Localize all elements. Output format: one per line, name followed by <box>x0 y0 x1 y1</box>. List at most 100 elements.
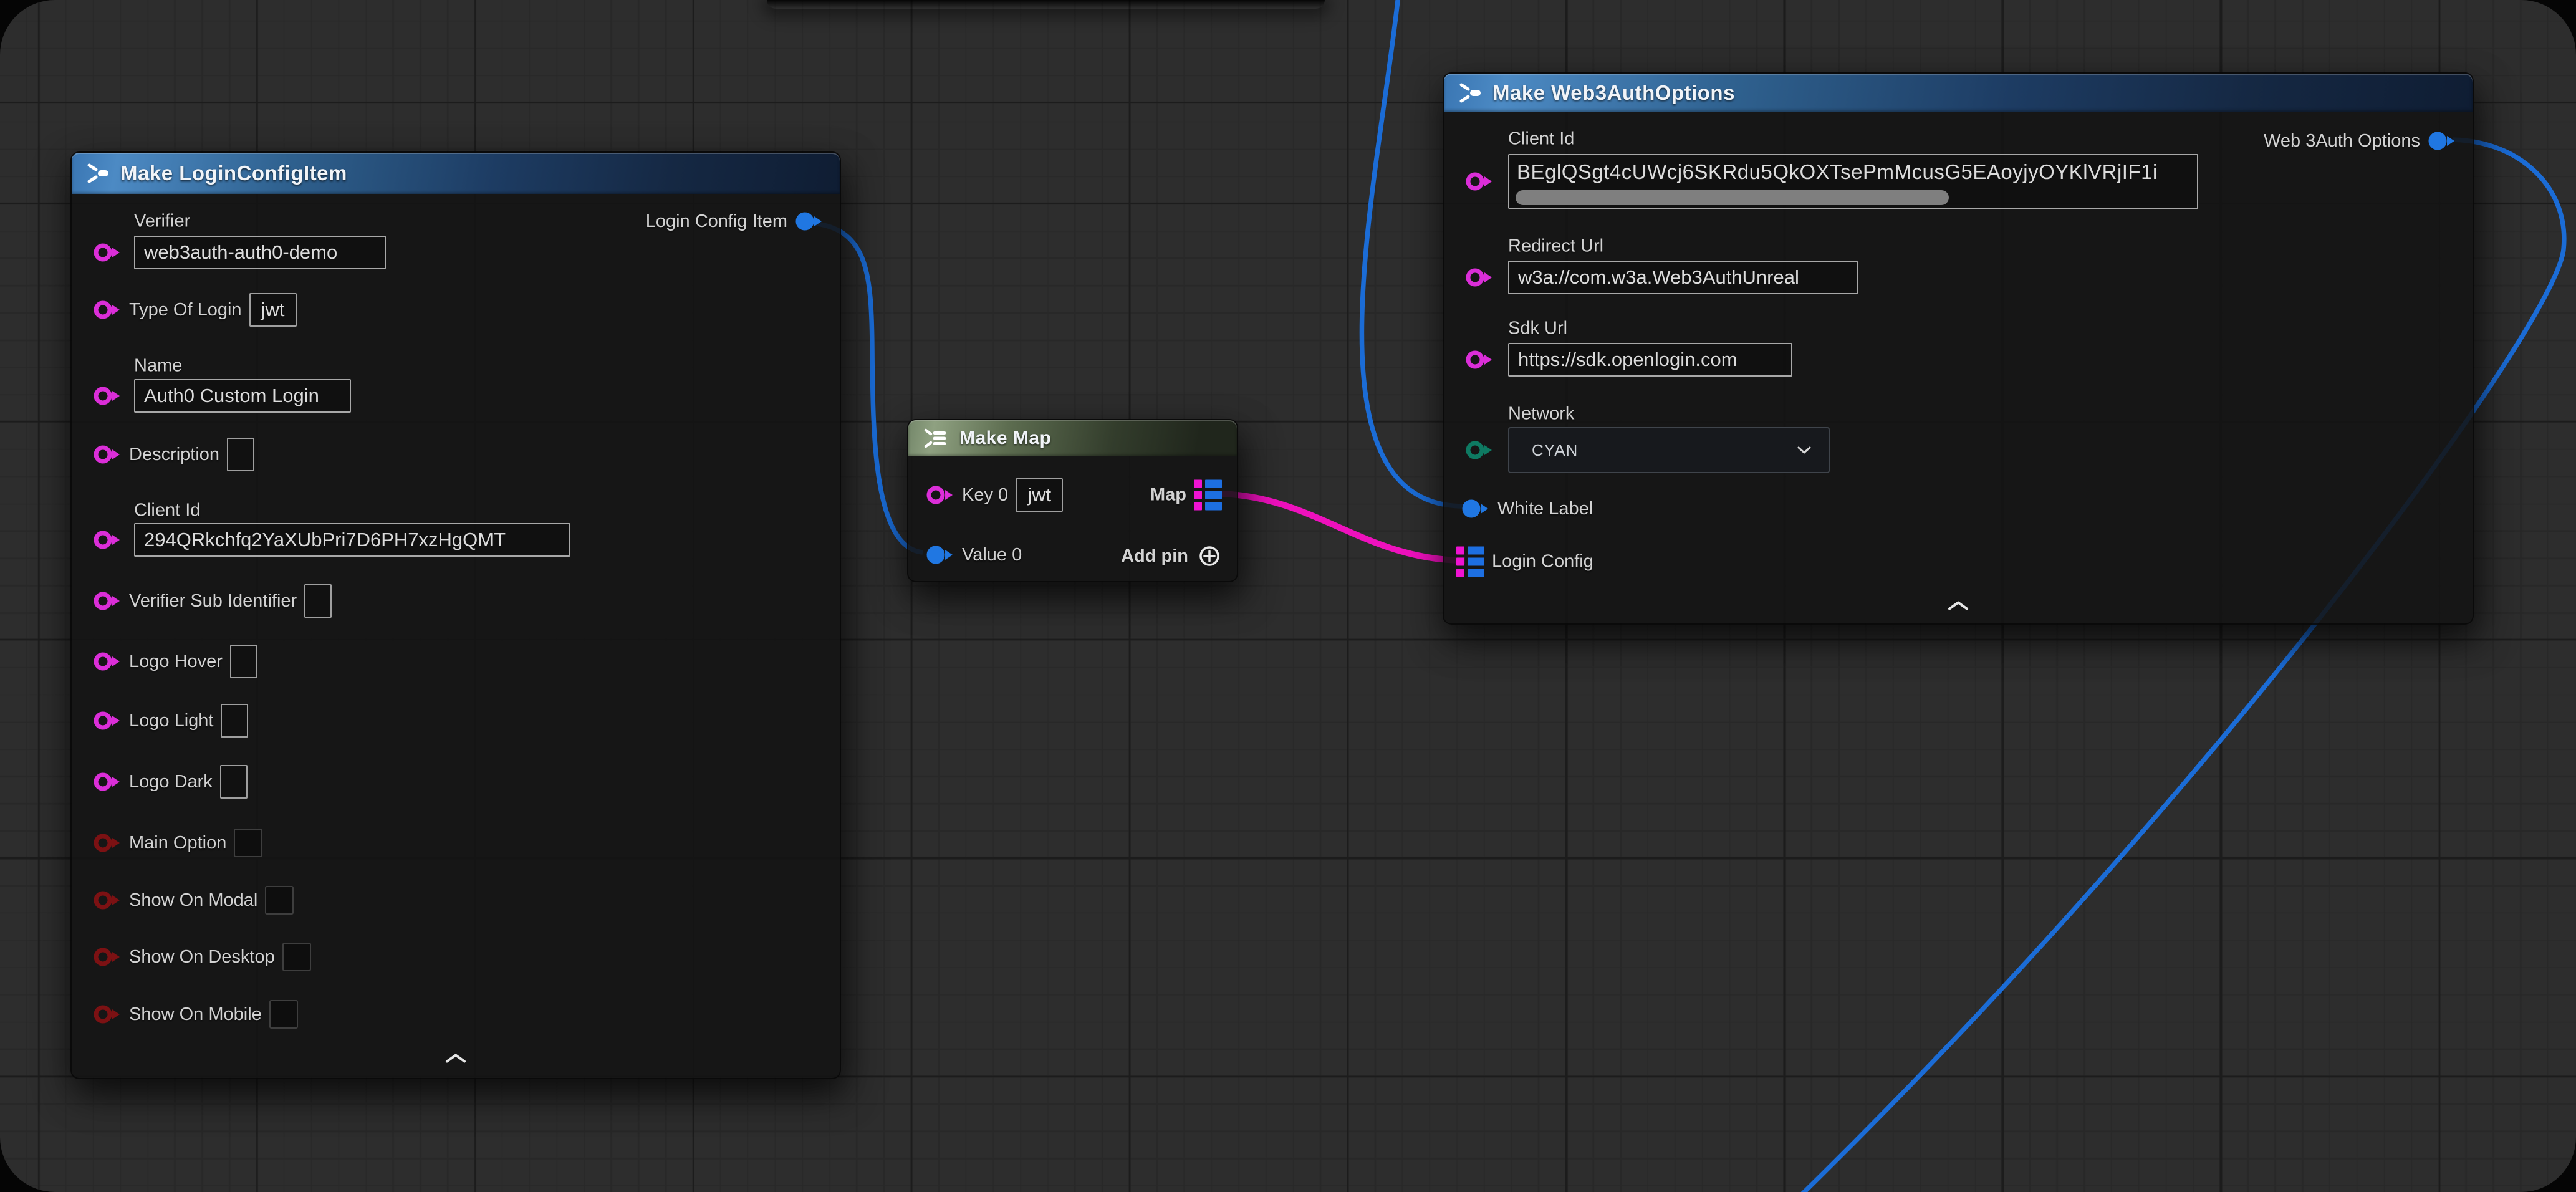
client-id-label: Client Id <box>134 501 200 521</box>
name-pin[interactable] <box>93 383 122 408</box>
value0-label: Value 0 <box>962 545 1022 565</box>
map-output-row: Map <box>1150 480 1222 511</box>
node-header[interactable]: Make LoginConfigItem <box>72 153 840 194</box>
login-config-row: Login Config <box>1456 547 1593 577</box>
description-pin[interactable] <box>93 442 122 467</box>
show-on-desktop-pin[interactable] <box>93 944 122 969</box>
sdk-url-pin[interactable] <box>1465 347 1494 372</box>
main-option-label: Main Option <box>129 833 226 853</box>
node-make-loginconfigitem[interactable]: Make LoginConfigItem Login Config Item V… <box>70 151 841 1079</box>
logo-light-pin[interactable] <box>93 708 122 733</box>
node-make-map[interactable]: Make Map Key 0 jwt Map Value 0 <box>907 419 1238 582</box>
description-label: Description <box>129 445 219 465</box>
white-label-pin[interactable] <box>1461 496 1490 521</box>
node-header[interactable]: Make Web3AuthOptions <box>1444 74 2473 112</box>
name-input[interactable] <box>134 379 351 413</box>
verifier-sub-identifier-row: Verifier Sub Identifier <box>93 584 332 618</box>
logo-light-label: Logo Light <box>129 711 213 731</box>
logo-hover-pin[interactable] <box>93 649 122 674</box>
network-pin[interactable] <box>1465 438 1494 463</box>
add-pin-button[interactable]: Add pin <box>1121 544 1222 569</box>
wire-map-to-loginconfig[interactable] <box>1219 494 1465 560</box>
key0-pin[interactable] <box>926 483 954 507</box>
verifier-pin[interactable] <box>93 240 122 265</box>
main-option-checkbox[interactable] <box>234 829 262 857</box>
offscreen-node-shadow <box>767 0 1325 9</box>
show-on-desktop-checkbox[interactable] <box>282 943 311 971</box>
node-make-web3authoptions[interactable]: Make Web3AuthOptions Web 3Auth Options C… <box>1443 72 2474 625</box>
key0-input[interactable]: jwt <box>1016 478 1063 512</box>
redirect-url-input[interactable] <box>1508 261 1858 294</box>
collapse-node-button[interactable] <box>445 1054 466 1067</box>
value0-row: Value 0 <box>926 542 1022 567</box>
client-id-pin[interactable] <box>93 527 122 552</box>
logo-light-input[interactable] <box>221 704 248 738</box>
description-input[interactable] <box>227 438 254 471</box>
main-option-row: Main Option <box>93 829 262 857</box>
chevron-down-icon <box>1797 446 1811 454</box>
map-output-pin[interactable] <box>1194 480 1222 511</box>
login-config-label: Login Config <box>1492 552 1593 572</box>
collapse-node-button[interactable] <box>1948 601 1969 614</box>
show-on-modal-checkbox[interactable] <box>265 886 294 915</box>
client-id-pin[interactable] <box>1465 169 1494 194</box>
client-id-label: Client Id <box>1508 129 1574 150</box>
redirect-url-pin[interactable] <box>1465 265 1494 290</box>
white-label-label: White Label <box>1497 499 1593 519</box>
client-id-input[interactable] <box>134 523 570 557</box>
show-on-desktop-row: Show On Desktop <box>93 943 311 971</box>
output-pin-label: Web 3Auth Options <box>2264 131 2420 151</box>
make-map-icon <box>922 428 949 449</box>
web3auth-options-output-row: Web 3Auth Options <box>2264 128 2456 153</box>
name-label: Name <box>134 356 182 377</box>
make-struct-icon <box>1458 82 1483 104</box>
make-struct-icon <box>85 162 110 185</box>
logo-light-row: Logo Light <box>93 704 248 738</box>
key0-label: Key 0 <box>962 485 1008 506</box>
value0-pin[interactable] <box>926 542 954 567</box>
client-id-value: BEglQSgt4cUWcj6SKRdu5QkOXTsePmMcusG5EAoy… <box>1509 155 2197 185</box>
logo-dark-label: Logo Dark <box>129 772 213 792</box>
client-id-scrollbar[interactable] <box>1516 190 1949 205</box>
node-header[interactable]: Make Map <box>908 420 1237 456</box>
output-pin-label: Login Config Item <box>646 211 787 232</box>
chevron-up-icon <box>445 1054 466 1064</box>
logo-hover-row: Logo Hover <box>93 645 257 678</box>
type-of-login-row: Type Of Login jwt <box>93 293 297 327</box>
type-of-login-input[interactable]: jwt <box>249 293 297 327</box>
show-on-modal-pin[interactable] <box>93 888 122 913</box>
client-id-input[interactable]: BEglQSgt4cUWcj6SKRdu5QkOXTsePmMcusG5EAoy… <box>1508 154 2198 209</box>
key0-row: Key 0 jwt <box>926 478 1063 512</box>
show-on-mobile-label: Show On Mobile <box>129 1004 262 1025</box>
show-on-desktop-label: Show On Desktop <box>129 947 275 968</box>
type-of-login-pin[interactable] <box>93 297 122 322</box>
show-on-mobile-pin[interactable] <box>93 1002 122 1027</box>
main-option-pin[interactable] <box>93 830 122 855</box>
node-title: Make Web3AuthOptions <box>1492 81 1735 105</box>
show-on-modal-row: Show On Modal <box>93 886 294 915</box>
verifier-input[interactable] <box>134 236 386 269</box>
blueprint-canvas[interactable]: Make LoginConfigItem Login Config Item V… <box>0 0 2576 1192</box>
logo-dark-row: Logo Dark <box>93 765 248 799</box>
show-on-modal-label: Show On Modal <box>129 890 257 911</box>
login-config-pin[interactable] <box>1456 547 1484 577</box>
node-title: Make LoginConfigItem <box>120 161 347 185</box>
logo-dark-input[interactable] <box>220 765 248 799</box>
add-pin-icon <box>1197 544 1222 569</box>
description-row: Description <box>93 438 254 471</box>
add-pin-label: Add pin <box>1121 546 1188 567</box>
logo-hover-label: Logo Hover <box>129 651 223 672</box>
login-config-item-output-pin[interactable] <box>795 209 824 234</box>
show-on-mobile-checkbox[interactable] <box>269 1000 298 1029</box>
logo-hover-input[interactable] <box>230 645 257 678</box>
node-title: Make Map <box>959 428 1051 449</box>
redirect-url-label: Redirect Url <box>1508 236 1603 257</box>
verifier-label: Verifier <box>134 211 190 232</box>
verifier-sub-identifier-input[interactable] <box>304 584 332 618</box>
sdk-url-input[interactable] <box>1508 343 1792 377</box>
logo-dark-pin[interactable] <box>93 769 122 794</box>
network-dropdown[interactable]: CYAN <box>1508 427 1830 473</box>
web3auth-options-output-pin[interactable] <box>2428 128 2456 153</box>
output-row-login-config-item: Login Config Item <box>646 209 824 234</box>
verifier-sub-identifier-pin[interactable] <box>93 589 122 613</box>
